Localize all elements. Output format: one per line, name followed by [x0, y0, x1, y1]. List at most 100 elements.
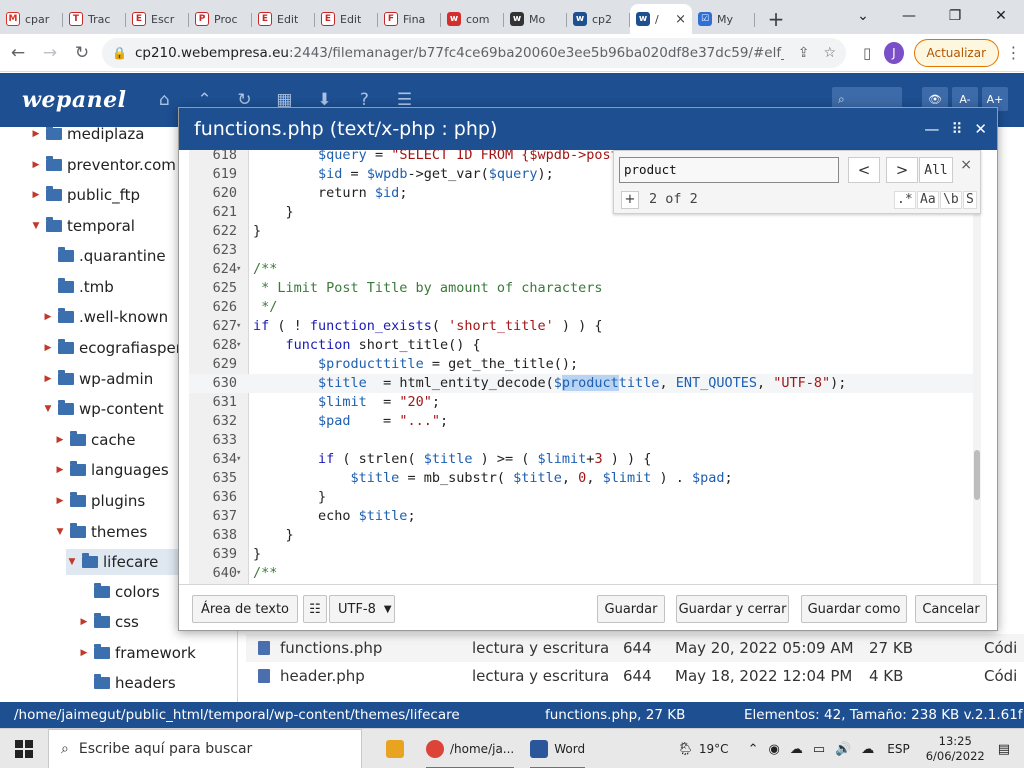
scrollbar-thumb[interactable] — [974, 450, 980, 500]
dialog-minimize-icon[interactable]: — — [924, 120, 939, 138]
find-next-button[interactable]: > — [886, 157, 918, 183]
new-tab-button[interactable]: + — [761, 4, 791, 34]
regex-toggle[interactable]: .* — [894, 191, 916, 209]
tree-folder[interactable]: ▶ cache — [54, 427, 135, 453]
expand-arrow-icon[interactable]: ▶ — [30, 190, 42, 200]
find-input[interactable]: product — [619, 157, 839, 183]
browser-tab[interactable]: ☑My× — [692, 4, 755, 34]
menu-kebab-icon[interactable]: ⋮ — [1003, 43, 1024, 62]
code-line[interactable]: 631 $limit = "20"; — [189, 393, 981, 412]
taskbar-app[interactable]: Word — [522, 729, 593, 768]
fold-marker-icon[interactable]: ▾ — [236, 317, 241, 336]
collapse-arrow-icon[interactable]: ▼ — [30, 221, 42, 231]
dialog-title-bar[interactable]: functions.php (text/x-php : php) — ⠿ ✕ — [179, 108, 997, 150]
case-toggle[interactable]: Aa — [917, 191, 939, 209]
tree-folder[interactable]: ▼ wp-content — [42, 396, 164, 422]
selection-toggle[interactable]: S — [963, 191, 977, 209]
browser-tab[interactable]: TTrac× — [63, 4, 126, 34]
expand-arrow-icon[interactable]: ▶ — [54, 435, 66, 445]
tree-folder[interactable]: ▶ wp-admin — [42, 366, 153, 392]
taskbar-app[interactable] — [378, 729, 418, 768]
clock[interactable]: 13:25 6/06/2022 — [926, 734, 985, 764]
collapse-arrow-icon[interactable]: ▼ — [54, 527, 66, 537]
network-icon[interactable]: ▭ — [813, 742, 825, 757]
word-toggle[interactable]: \b — [940, 191, 962, 209]
tab-search-icon[interactable]: ⌄ — [840, 0, 886, 32]
fold-marker-icon[interactable]: ▾ — [236, 564, 241, 583]
browser-tab[interactable]: EEdit× — [252, 4, 315, 34]
forward-icon[interactable]: → — [36, 37, 64, 69]
weather-icon[interactable]: 🌦 — [677, 742, 694, 757]
code-line[interactable]: 639} — [189, 545, 981, 564]
browser-tab[interactable]: wcp2× — [567, 4, 630, 34]
expand-arrow-icon[interactable]: ▶ — [30, 160, 42, 170]
minimize-button[interactable]: — — [886, 0, 932, 32]
url-input[interactable]: 🔒 cp210.webempresa.eu:2443/filemanager/b… — [102, 37, 846, 68]
tree-folder[interactable]: ▶ css — [78, 609, 139, 635]
tray-expand-icon[interactable]: ⌃ — [748, 742, 759, 757]
tree-folder[interactable]: ▶ mediplaza — [30, 127, 144, 147]
browser-tab[interactable]: EEscr× — [126, 4, 189, 34]
code-line[interactable]: 637 echo $title; — [189, 507, 981, 526]
tree-folder[interactable]: ▶ languages — [54, 457, 169, 483]
tree-folder[interactable]: colors — [78, 579, 160, 605]
tree-folder[interactable]: ▼ themes — [54, 519, 147, 545]
share-icon[interactable]: ⇪ — [798, 45, 810, 61]
side-panel-icon[interactable]: ▯ — [854, 38, 880, 68]
reload-icon[interactable]: ↻ — [68, 37, 96, 69]
find-all-button[interactable]: All — [919, 157, 953, 183]
start-button[interactable] — [0, 729, 48, 768]
maximize-button[interactable]: ❐ — [932, 0, 978, 32]
taskbar-search-input[interactable]: ⌕ Escribe aquí para buscar — [48, 728, 362, 768]
browser-tab[interactable]: FFina× — [378, 4, 441, 34]
code-line[interactable]: 627 ▾ if ( ! function_exists( 'short_title… — [189, 317, 981, 336]
close-window-button[interactable]: ✕ — [978, 0, 1024, 32]
tree-folder[interactable]: .quarantine — [42, 243, 166, 269]
volume-icon[interactable]: 🔊 — [835, 742, 851, 757]
save-and-close-button[interactable]: Guardar y cerrar — [676, 595, 789, 623]
code-line[interactable]: 632 $pad = "..."; — [189, 412, 981, 431]
tree-folder[interactable]: ▼ lifecare — [66, 549, 179, 575]
dialog-close-icon[interactable]: ✕ — [974, 120, 987, 138]
code-line[interactable]: 630 $title = html_entity_decode($product… — [189, 374, 981, 393]
file-row[interactable]: functions.php lectura y escritura 644 May 2… — [246, 634, 1024, 662]
find-prev-button[interactable]: < — [848, 157, 880, 183]
editor-settings-icon[interactable]: ☷ — [303, 595, 327, 623]
profile-avatar[interactable]: J — [884, 41, 904, 64]
wepanel-logo[interactable]: wepanel — [22, 87, 126, 113]
text-area-button[interactable]: Área de texto — [192, 595, 298, 623]
code-line[interactable]: 634 ▾ if ( strlen( $title ) >= ( $limit+3… — [189, 450, 981, 469]
editor-scrollbar[interactable] — [973, 150, 981, 584]
code-line[interactable]: 640 ▾ /** — [189, 564, 981, 583]
tree-folder[interactable]: ▼ temporal — [30, 213, 135, 239]
expand-arrow-icon[interactable]: ▶ — [30, 129, 42, 139]
save-as-button[interactable]: Guardar como — [801, 595, 907, 623]
expand-arrow-icon[interactable]: ▶ — [42, 343, 54, 353]
code-line[interactable]: 622} — [189, 222, 981, 241]
fold-marker-icon[interactable]: ▾ — [236, 336, 241, 355]
lock-icon[interactable]: 🔒 — [112, 46, 127, 60]
code-line[interactable]: 636 } — [189, 488, 981, 507]
expand-arrow-icon[interactable]: ▶ — [78, 617, 90, 627]
browser-tab[interactable]: wcom× — [441, 4, 504, 34]
expand-arrow-icon[interactable]: ▶ — [54, 465, 66, 475]
dialog-fullscreen-icon[interactable]: ⠿ — [951, 120, 962, 138]
code-line[interactable]: 625 * Limit Post Title by amount of char… — [189, 279, 981, 298]
tree-folder[interactable]: .tmb — [42, 274, 114, 300]
expand-arrow-icon[interactable]: ▶ — [42, 312, 54, 322]
browser-tab[interactable]: Mcpar× — [0, 4, 63, 34]
collapse-arrow-icon[interactable]: ▼ — [42, 404, 54, 414]
tree-folder[interactable]: ▶ preventor.com — [30, 152, 176, 178]
tree-folder[interactable]: headers — [78, 670, 176, 696]
code-line[interactable]: 628 ▾ function short_title() { — [189, 336, 981, 355]
taskbar-app[interactable]: /home/ja... — [418, 729, 522, 768]
code-line[interactable]: 633 — [189, 431, 981, 450]
weather-temp[interactable]: 19°C — [699, 742, 729, 756]
tab-close-icon[interactable]: × — [675, 12, 686, 27]
browser-tab[interactable]: EEdit× — [315, 4, 378, 34]
back-icon[interactable]: ← — [4, 37, 32, 69]
browser-tab[interactable]: PProc× — [189, 4, 252, 34]
code-line[interactable]: 635 $title = mb_substr( $title, 0, $limi… — [189, 469, 981, 488]
fold-marker-icon[interactable]: ▾ — [236, 450, 241, 469]
tree-folder[interactable]: ▶ .well-known — [42, 304, 168, 330]
